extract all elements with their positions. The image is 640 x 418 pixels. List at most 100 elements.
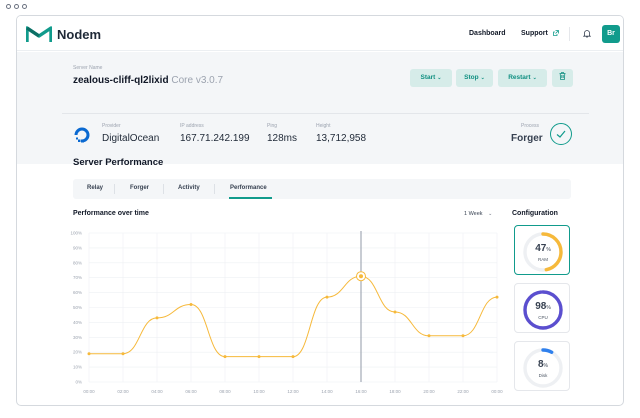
disk-label: Disk bbox=[538, 373, 548, 378]
nav-support-label: Support bbox=[521, 30, 548, 37]
data-point bbox=[121, 352, 125, 356]
start-button-label: Start bbox=[420, 74, 436, 81]
chevron-down-icon: ⌄ bbox=[488, 211, 493, 217]
section-title: Server Performance bbox=[73, 157, 164, 168]
external-link-icon bbox=[552, 30, 559, 36]
data-point bbox=[427, 334, 431, 338]
tab-separator bbox=[163, 184, 164, 194]
process-label: Process bbox=[521, 123, 540, 129]
user-avatar[interactable]: Br bbox=[602, 25, 620, 43]
window-dot[interactable] bbox=[14, 4, 19, 9]
server-name: zealous-cliff-ql2lixid Core v3.0.7 bbox=[73, 75, 223, 86]
y-tick-label: 80% bbox=[73, 260, 82, 265]
disk-value-unit: % bbox=[543, 363, 548, 369]
ip-value: 167.71.242.199 bbox=[180, 133, 250, 144]
server-version: Core v3.0.7 bbox=[171, 75, 224, 86]
restart-button-label: Restart bbox=[508, 74, 531, 81]
y-tick-label: 50% bbox=[73, 305, 82, 310]
config-card-cpu[interactable]: 98% CPU bbox=[514, 283, 570, 333]
x-tick-label: 08:00 bbox=[219, 389, 231, 394]
data-point bbox=[393, 310, 397, 314]
ram-value: 47% bbox=[515, 243, 571, 254]
disk-value: 8% bbox=[515, 359, 571, 370]
performance-tabs: Relay Forger Activity Performance bbox=[73, 179, 571, 199]
x-tick-label: 00:00 bbox=[491, 389, 503, 394]
check-icon bbox=[556, 130, 566, 138]
provider-label: Provider bbox=[102, 123, 121, 129]
digitalocean-logo-icon bbox=[74, 127, 90, 143]
delete-button[interactable] bbox=[552, 69, 573, 87]
cpu-value-unit: % bbox=[546, 305, 551, 311]
nav-support-link[interactable]: Support bbox=[521, 30, 559, 37]
active-tab-indicator bbox=[229, 197, 272, 199]
x-tick-label: 02:00 bbox=[117, 389, 129, 394]
x-tick-label: 14:00 bbox=[321, 389, 333, 394]
window-dot[interactable] bbox=[6, 4, 11, 9]
y-tick-label: 20% bbox=[73, 350, 82, 355]
x-tick-label: 22:00 bbox=[457, 389, 469, 394]
data-point bbox=[189, 303, 193, 307]
y-tick-label: 30% bbox=[73, 335, 82, 340]
tab-separator bbox=[214, 184, 215, 194]
config-card-ram[interactable]: 47% RAM bbox=[514, 225, 570, 275]
cpu-value: 98% bbox=[515, 301, 571, 312]
app-name: Nodem bbox=[57, 27, 102, 42]
range-select[interactable]: 1 Week ⌄ bbox=[464, 211, 492, 217]
performance-chart[interactable]: 0% 10% 20% 30% 40% 50% 60% 70% 80% 90% 100% 00:00 02… bbox=[65, 221, 505, 401]
data-point bbox=[495, 295, 499, 299]
trash-icon bbox=[559, 72, 566, 80]
tab-activity[interactable]: Activity bbox=[178, 185, 200, 191]
restart-button[interactable]: Restart ⌄ bbox=[498, 69, 547, 87]
data-point bbox=[325, 295, 329, 299]
data-point bbox=[223, 355, 227, 359]
nodem-logo-icon[interactable] bbox=[26, 26, 52, 43]
y-tick-label: 70% bbox=[73, 275, 82, 280]
server-name-label: Server Name bbox=[73, 65, 103, 71]
nav-dashboard-link[interactable]: Dashboard bbox=[469, 30, 506, 37]
window-dot[interactable] bbox=[22, 4, 27, 9]
y-tick-label: 0% bbox=[75, 380, 82, 385]
data-point bbox=[291, 355, 295, 359]
highlight-point bbox=[359, 274, 363, 279]
server-header: Server Name zealous-cliff-ql2lixid Core … bbox=[17, 52, 623, 164]
x-tick-label: 00:00 bbox=[83, 389, 95, 394]
data-point bbox=[257, 355, 261, 359]
ram-label: RAM bbox=[538, 257, 548, 262]
tab-forger[interactable]: Forger bbox=[130, 185, 149, 191]
tab-performance[interactable]: Performance bbox=[230, 185, 267, 191]
tab-relay[interactable]: Relay bbox=[87, 185, 103, 191]
bell-icon[interactable] bbox=[583, 29, 591, 38]
height-label: Height bbox=[316, 123, 331, 129]
header-divider bbox=[62, 113, 589, 114]
height-value: 13,712,958 bbox=[316, 133, 367, 144]
app-window: Nodem Dashboard Support Br Server Name z… bbox=[16, 15, 624, 406]
chevron-down-icon: ⌄ bbox=[480, 75, 485, 81]
x-tick-label: 10:00 bbox=[253, 389, 265, 394]
server-name-value: zealous-cliff-ql2lixid bbox=[73, 75, 169, 86]
data-point bbox=[87, 352, 91, 356]
chevron-down-icon: ⌄ bbox=[437, 75, 442, 81]
data-point bbox=[155, 316, 159, 320]
config-card-disk[interactable]: 8% Disk bbox=[514, 341, 570, 391]
ping-label: Ping bbox=[267, 123, 278, 129]
configuration-title: Configuration bbox=[512, 210, 558, 217]
ip-label: IP address bbox=[180, 123, 204, 129]
provider-value: DigitalOcean bbox=[102, 133, 160, 144]
start-button[interactable]: Start ⌄ bbox=[410, 69, 452, 87]
range-select-value: 1 Week bbox=[464, 211, 483, 217]
x-tick-label: 18:00 bbox=[389, 389, 401, 394]
y-tick-label: 10% bbox=[73, 365, 82, 370]
x-tick-label: 20:00 bbox=[423, 389, 435, 394]
x-tick-label: 04:00 bbox=[151, 389, 163, 394]
x-tick-label: 16:00 bbox=[355, 389, 367, 394]
nav-divider bbox=[569, 27, 570, 41]
top-nav: Nodem Dashboard Support Br bbox=[17, 16, 623, 51]
y-tick-label: 90% bbox=[73, 245, 82, 250]
stop-button-label: Stop bbox=[464, 74, 479, 81]
stop-button[interactable]: Stop ⌄ bbox=[456, 69, 493, 87]
window-controls bbox=[6, 4, 27, 9]
y-tick-label: 60% bbox=[73, 290, 82, 295]
x-tick-label: 06:00 bbox=[185, 389, 197, 394]
ram-value-number: 47 bbox=[535, 243, 547, 254]
chevron-down-icon: ⌄ bbox=[532, 75, 537, 81]
